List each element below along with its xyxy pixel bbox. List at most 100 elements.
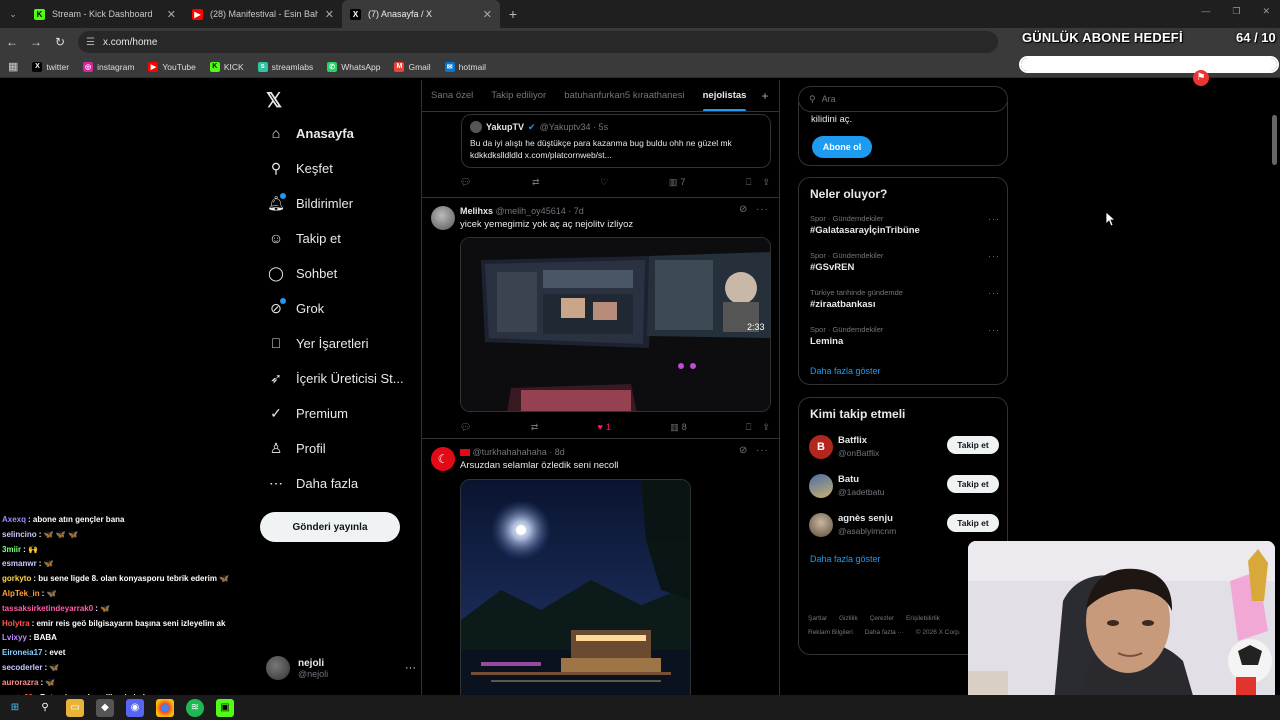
close-window-icon[interactable]: ✕ (1262, 6, 1270, 17)
bookmark-gmail[interactable]: M Gmail (394, 61, 431, 72)
windows-start-icon[interactable]: ⊞ (6, 699, 24, 717)
more-options-icon[interactable]: ··· (988, 288, 1000, 298)
trend-item[interactable]: Spor · Gündemdekiler #GSvREN ··· (810, 251, 1000, 273)
like-count[interactable]: ♥ 1 (598, 422, 611, 432)
sidebar-item-chat[interactable]: ◯ Sohbet (268, 265, 337, 281)
sidebar-item-rocket[interactable]: ➶ İçerik Üreticisi St... (268, 370, 404, 386)
sidebar-item-grok[interactable]: ⊘ Grok (268, 298, 324, 316)
share-icon[interactable]: ⇪ (762, 422, 770, 433)
sidebar-item-follow[interactable]: ☺ Takip et (268, 230, 341, 246)
bookmark-whatsapp[interactable]: ✆ WhatsApp (327, 61, 380, 72)
sidebar-item-search[interactable]: ⚲ Keşfet (268, 160, 333, 176)
follow-suggestion[interactable]: B Batflix @onBatflix Takip et (809, 433, 999, 463)
more-options-icon[interactable]: ··· (988, 251, 1000, 261)
follow-suggestion[interactable]: agnès senju @asablyimcnm Takip et (809, 511, 999, 541)
file-explorer-icon[interactable]: ▭ (66, 698, 84, 717)
reload-icon[interactable]: ↻ (48, 35, 72, 49)
page-scrollbar[interactable] (1272, 115, 1277, 165)
tab-search-chevron-icon[interactable]: ⌄ (0, 0, 26, 28)
repost-icon[interactable]: ⇄ (532, 177, 540, 188)
sidebar-item-more[interactable]: ⋯ Daha fazla (268, 475, 358, 491)
footer-link[interactable]: Daha fazla ··· (865, 629, 904, 636)
tab-list-kiraathane[interactable]: batuhanfurkan5 kıraathanesi (555, 80, 693, 111)
chrome-icon[interactable] (156, 698, 174, 717)
search-icon[interactable]: ⚲ (36, 699, 54, 717)
account-switcher[interactable]: nejoli @nejoli ··· (266, 653, 416, 683)
browser-tab-x[interactable]: X (7) Anasayfa / X ✕ (342, 0, 500, 28)
bookmark-icon[interactable]: ⎕ (746, 422, 751, 433)
quoted-post[interactable]: YakupTV ✔ @Yakuptv34 · 5s Bu da iyi alış… (461, 114, 771, 168)
sidebar-item-profile[interactable]: ♙ Profil (268, 440, 326, 456)
tab-list-nejolistas[interactable]: nejolistas (694, 80, 756, 111)
footer-link[interactable]: Çerezler (870, 615, 895, 622)
trend-item[interactable]: Spor · Gündemdekiler #GalatasarayİçinTri… (810, 214, 1000, 236)
x-logo-icon[interactable]: 𝕏 (266, 88, 282, 113)
close-tab-icon[interactable]: ✕ (167, 8, 176, 21)
bookmark-instagram[interactable]: ◎ instagram (83, 61, 134, 72)
reply-icon[interactable]: 💬︎ (460, 177, 471, 188)
kick-app-icon[interactable]: ▣ (216, 698, 234, 717)
show-more-follow-link[interactable]: Daha fazla göster (810, 554, 881, 564)
post-button[interactable]: Gönderi yayınla (260, 512, 400, 542)
bookmark-icon[interactable]: ⎕ (746, 177, 751, 188)
repost-icon[interactable]: ⇄ (531, 422, 539, 433)
add-tab-icon[interactable]: + (755, 89, 774, 103)
grok-icon[interactable]: ⊘ (739, 204, 748, 215)
follow-button[interactable]: Takip et (947, 436, 999, 454)
views-count[interactable]: ▥ 7 (669, 177, 686, 188)
browser-tab-kick[interactable]: K Stream - Kick Dashboard ✕ (26, 0, 184, 28)
more-options-icon[interactable]: ··· (988, 214, 1000, 224)
footer-link[interactable]: Erişilebilirlik (906, 615, 940, 622)
app-icon[interactable]: ◆ (96, 698, 114, 717)
url-field[interactable]: ☰ x.com/home (78, 31, 998, 53)
trend-item[interactable]: Türkiye tarihinde gündemde #ziraatbankas… (810, 288, 1000, 310)
sidebar-item-bell[interactable]: 🔔︎ Bildirimler (267, 193, 353, 211)
trend-context: Spor · Gündemdekiler (810, 214, 884, 223)
bookmark-hotmail[interactable]: ✉ hotmail (444, 61, 486, 72)
show-more-trends-link[interactable]: Daha fazla göster (810, 366, 881, 376)
reply-icon[interactable]: 💬︎ (460, 422, 471, 433)
follow-suggestion[interactable]: Batu @1adetbatu Takip et (809, 472, 999, 502)
maximize-icon[interactable]: ❐ (1232, 6, 1240, 17)
post-turkhahahahaha[interactable]: ☾ @turkhahahahaha · 8d ⊘ ··· Arsuzdan se… (422, 438, 779, 695)
grok-icon[interactable]: ⊘ (739, 445, 748, 456)
close-tab-icon[interactable]: ✕ (325, 8, 334, 21)
post-melihxs[interactable]: Melihxs @melih_oy45614 · 7d ⊘ ··· yicek … (422, 197, 779, 437)
footer-link[interactable]: Reklam Bilgileri (808, 629, 853, 636)
footer-link[interactable]: Şartlar (808, 615, 827, 622)
search-input[interactable]: ⚲ Ara (798, 86, 1008, 112)
post-video[interactable]: 2:33 (460, 237, 771, 412)
more-options-icon[interactable]: ··· (988, 325, 1000, 335)
like-icon[interactable]: ♡ (600, 177, 608, 188)
discord-icon[interactable]: ◉ (126, 698, 144, 717)
bookmark-youtube[interactable]: ▶ YouTube (148, 61, 196, 72)
tab-for-you[interactable]: Sana özel (422, 80, 482, 111)
sidebar-item-bookmark[interactable]: ⎕ Yer İşaretleri (268, 335, 369, 351)
subscribe-button[interactable]: Abone ol (812, 136, 872, 158)
bookmark-twitter[interactable]: Xtwitter (32, 61, 69, 72)
browser-tab-youtube[interactable]: ▶ (28) Manifestival - Esin Bahat İn ✕ (184, 0, 342, 28)
more-options-icon[interactable]: ··· (405, 662, 416, 674)
bookmark-streamlabs[interactable]: s streamlabs (257, 61, 313, 72)
bookmark-kick[interactable]: K KICK (209, 61, 244, 72)
follow-button[interactable]: Takip et (947, 475, 999, 493)
forward-icon[interactable]: → (24, 35, 48, 49)
follow-button[interactable]: Takip et (947, 514, 999, 532)
trend-item[interactable]: Spor · Gündemdekiler Lemina ··· (810, 325, 1000, 347)
apps-grid-icon[interactable]: ▦ (8, 60, 18, 73)
close-tab-icon[interactable]: ✕ (483, 8, 492, 21)
post-image[interactable] (460, 479, 691, 695)
tab-following[interactable]: Takip ediliyor (482, 80, 555, 111)
more-options-icon[interactable]: ··· (756, 445, 769, 456)
sidebar-item-premium[interactable]: ✓ Premium (268, 405, 348, 421)
new-tab-button[interactable]: + (500, 6, 526, 22)
more-options-icon[interactable]: ··· (756, 204, 769, 215)
minimize-icon[interactable]: — (1201, 6, 1210, 17)
site-info-icon[interactable]: ☰ (86, 37, 95, 48)
share-icon[interactable]: ⇪ (762, 177, 770, 188)
sidebar-item-home[interactable]: ⌂ Anasayfa (268, 125, 354, 141)
back-icon[interactable]: ← (0, 35, 24, 49)
footer-link[interactable]: Gizlilik (839, 615, 858, 622)
views-count[interactable]: ▥ 8 (670, 422, 687, 433)
spotify-icon[interactable]: ≋ (186, 698, 204, 717)
